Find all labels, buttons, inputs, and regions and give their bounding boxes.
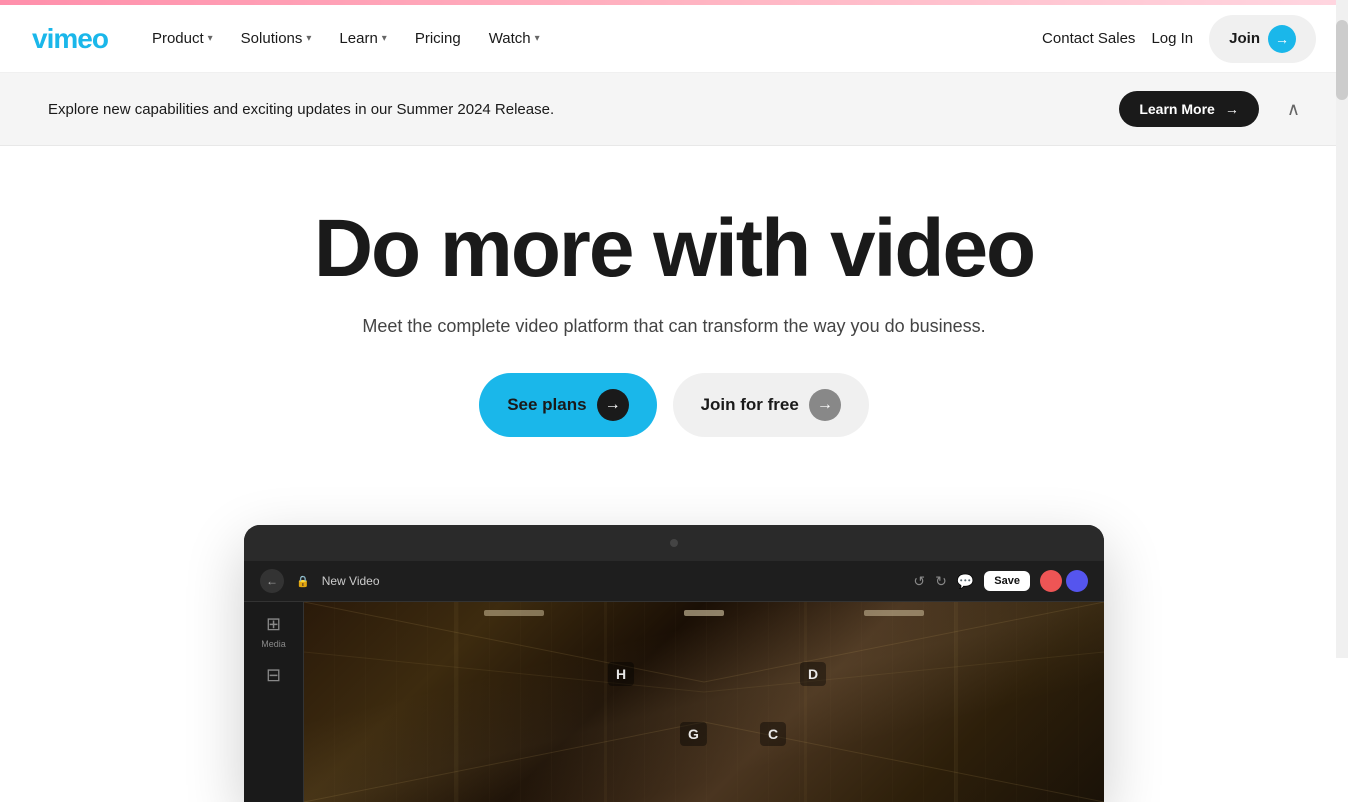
nav-learn[interactable]: Learn ▾	[327, 22, 398, 55]
chevron-down-icon: ▾	[208, 33, 213, 44]
video-title: New Video	[322, 574, 380, 588]
scrollbar[interactable]	[1336, 0, 1348, 658]
app-preview: ← 🔒 New Video ↺ ↻ 💬 Save ⊞ Media	[0, 525, 1348, 802]
chevron-down-icon: ▾	[306, 33, 311, 44]
corridor-svg	[304, 602, 1104, 802]
comment-icon[interactable]: 💬	[957, 573, 974, 590]
banner-text: Explore new capabilities and exciting up…	[48, 101, 554, 118]
learn-more-button[interactable]: Learn More →	[1119, 91, 1258, 127]
arrow-icon: →	[1268, 25, 1296, 53]
nav-pricing[interactable]: Pricing	[403, 22, 473, 55]
see-plans-button[interactable]: See plans →	[479, 373, 656, 437]
join-free-button[interactable]: Join for free →	[673, 373, 869, 437]
overlay-h-label: H	[608, 662, 634, 686]
nav-watch-label: Watch	[489, 30, 531, 47]
laptop-frame: ← 🔒 New Video ↺ ↻ 💬 Save ⊞ Media	[244, 525, 1104, 802]
arrow-icon: →	[597, 389, 629, 421]
sidebar-icon-2: ⊟	[266, 665, 281, 686]
lock-icon: 🔒	[296, 575, 310, 588]
nav-solutions[interactable]: Solutions ▾	[229, 22, 324, 55]
banner-close-button[interactable]: ∧	[1287, 99, 1300, 120]
avatar-red	[1040, 570, 1062, 592]
media-label: Media	[261, 639, 286, 649]
scrollbar-thumb[interactable]	[1336, 20, 1348, 100]
media-icon: ⊞	[266, 614, 281, 635]
nav-product[interactable]: Product ▾	[140, 22, 225, 55]
titlebar-left: ← 🔒 New Video	[260, 569, 380, 593]
join-label: Join	[1229, 30, 1260, 47]
hero-section: Do more with video Meet the complete vid…	[0, 146, 1348, 525]
app-titlebar: ← 🔒 New Video ↺ ↻ 💬 Save	[244, 561, 1104, 602]
sidebar-item-media[interactable]: ⊞ Media	[261, 614, 286, 649]
video-background: H D G C	[304, 602, 1104, 802]
logo[interactable]: vimeo	[32, 23, 108, 55]
arrow-icon: →	[809, 389, 841, 421]
app-sidebar: ⊞ Media ⊟	[244, 602, 304, 802]
overlay-d-label: D	[800, 662, 826, 686]
learn-more-label: Learn More	[1139, 101, 1214, 117]
save-button[interactable]: Save	[984, 571, 1030, 591]
overlay-g-label: G	[680, 722, 707, 746]
nav-learn-label: Learn	[339, 30, 377, 47]
announcement-banner: Explore new capabilities and exciting up…	[0, 73, 1348, 146]
app-video-area: H D G C	[304, 602, 1104, 802]
navbar: vimeo Product ▾ Solutions ▾ Learn ▾ Pric…	[0, 5, 1348, 73]
nav-watch[interactable]: Watch ▾	[477, 22, 552, 55]
undo-icon[interactable]: ↺	[913, 573, 925, 590]
nav-links: Product ▾ Solutions ▾ Learn ▾ Pricing Wa…	[140, 22, 1042, 55]
hero-subtitle: Meet the complete video platform that ca…	[32, 316, 1316, 337]
login-link[interactable]: Log In	[1151, 30, 1193, 47]
nav-right: Contact Sales Log In Join →	[1042, 15, 1316, 63]
hero-title: Do more with video	[32, 206, 1316, 292]
hero-buttons: See plans → Join for free →	[32, 373, 1316, 437]
titlebar-right: ↺ ↻ 💬 Save	[913, 570, 1088, 592]
user-avatars	[1040, 570, 1088, 592]
sidebar-item-second[interactable]: ⊟	[266, 665, 281, 686]
nav-product-label: Product	[152, 30, 204, 47]
chevron-down-icon: ▾	[382, 33, 387, 44]
nav-pricing-label: Pricing	[415, 30, 461, 47]
arrow-icon: →	[1225, 101, 1239, 117]
nav-solutions-label: Solutions	[241, 30, 303, 47]
camera-dot	[670, 539, 678, 547]
overlay-c-label: C	[760, 722, 786, 746]
chevron-down-icon: ▾	[535, 33, 540, 44]
back-button[interactable]: ←	[260, 569, 284, 593]
app-body: ⊞ Media ⊟	[244, 602, 1104, 802]
join-free-label: Join for free	[701, 395, 799, 415]
see-plans-label: See plans	[507, 395, 586, 415]
join-button[interactable]: Join →	[1209, 15, 1316, 63]
laptop-top-bar	[244, 525, 1104, 561]
avatar-blue	[1066, 570, 1088, 592]
contact-sales-link[interactable]: Contact Sales	[1042, 30, 1135, 47]
redo-icon[interactable]: ↻	[935, 573, 947, 590]
